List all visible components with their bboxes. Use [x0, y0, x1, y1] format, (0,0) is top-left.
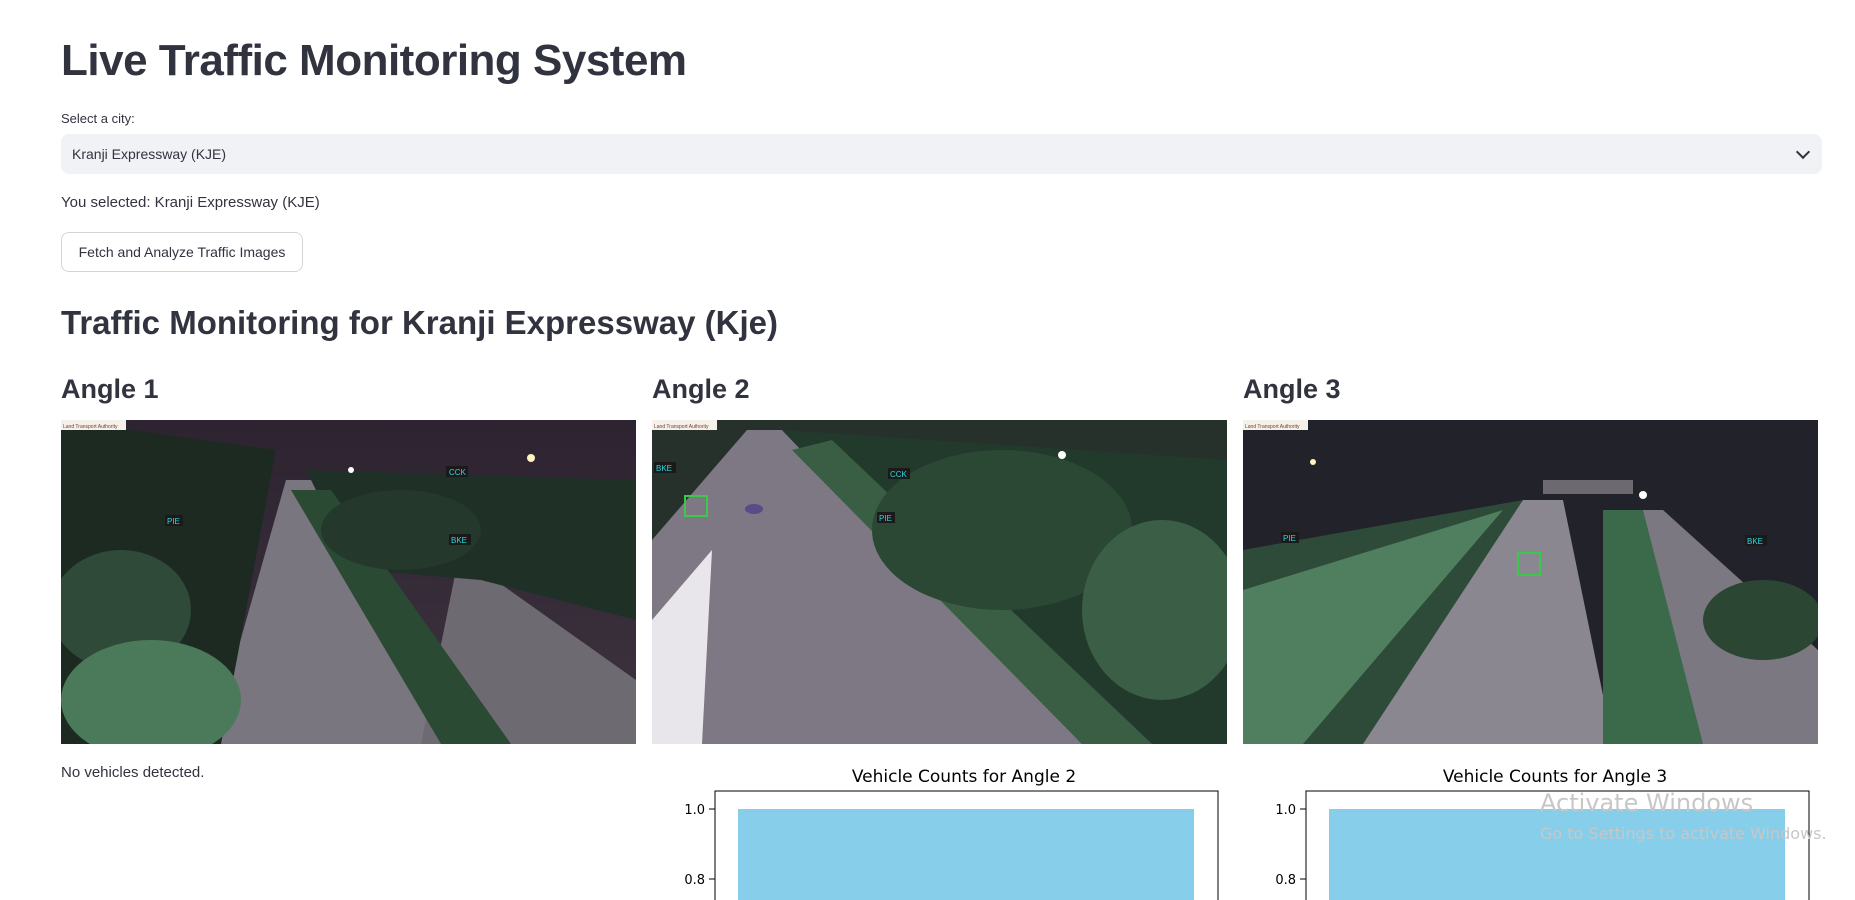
angle-1-column: Angle 1 Land Transport Authority CCK PIE…: [61, 370, 636, 893]
city-select[interactable]: Kranji Expressway (KJE): [61, 134, 1822, 174]
activate-windows-title: Activate Windows: [1540, 789, 1754, 817]
overlay-label: BKE: [656, 464, 672, 473]
overlay-label: CCK: [449, 468, 467, 477]
page-title: Live Traffic Monitoring System: [61, 36, 687, 85]
chevron-down-icon[interactable]: [1795, 144, 1811, 160]
chart-title: Vehicle Counts for Angle 2: [852, 767, 1076, 787]
lta-logo-text: Land Transport Authority: [1245, 424, 1300, 430]
bar-mark: [738, 809, 1194, 900]
activate-windows-subtitle: Go to Settings to activate Windows.: [1540, 824, 1827, 843]
y-tick-label: 1.0: [1275, 803, 1296, 818]
chart-title: Vehicle Counts for Angle 3: [1443, 767, 1667, 787]
lta-logo-text: Land Transport Authority: [63, 424, 118, 430]
angle-3-camera-image: Land Transport Authority PIE BKE: [1243, 420, 1818, 744]
overlay-label: BKE: [1747, 537, 1763, 546]
main-content: Live Traffic Monitoring System Select a …: [61, 0, 1822, 900]
overlay-label: PIE: [879, 514, 892, 523]
angle-1-title: Angle 1: [61, 374, 159, 404]
lta-logo-text: Land Transport Authority: [654, 424, 709, 430]
no-vehicles-message: No vehicles detected.: [61, 764, 205, 781]
angle-2-column: Angle 2 Land Transport Authority BKE CCK: [652, 370, 1227, 900]
bar-mark: [1329, 809, 1785, 900]
angle-2-camera-image: Land Transport Authority BKE CCK PIE: [652, 420, 1227, 744]
city-select-value: Kranji Expressway (KJE): [72, 146, 227, 162]
overlay-label: CCK: [890, 470, 908, 479]
y-tick-label: 0.8: [684, 873, 705, 888]
angle-3-title: Angle 3: [1243, 374, 1341, 404]
y-tick-label: 0.8: [1275, 873, 1296, 888]
overlay-label: PIE: [167, 517, 180, 526]
selected-city-text: You selected: Kranji Expressway (KJE): [61, 194, 320, 211]
city-select-label: Select a city:: [61, 111, 135, 126]
angle-1-camera-image: Land Transport Authority CCK PIE BKE: [61, 420, 636, 744]
angle-2-title: Angle 2: [652, 374, 750, 404]
y-tick-label: 1.0: [684, 803, 705, 818]
overlay-label: PIE: [1283, 534, 1296, 543]
fetch-analyze-button[interactable]: Fetch and Analyze Traffic Images: [61, 232, 303, 272]
section-title: Traffic Monitoring for Kranji Expressway…: [61, 304, 778, 341]
angle-2-vehicle-chart: Vehicle Counts for Angle 2 1.0 0.8: [684, 767, 1219, 900]
overlay-label: BKE: [451, 536, 467, 545]
